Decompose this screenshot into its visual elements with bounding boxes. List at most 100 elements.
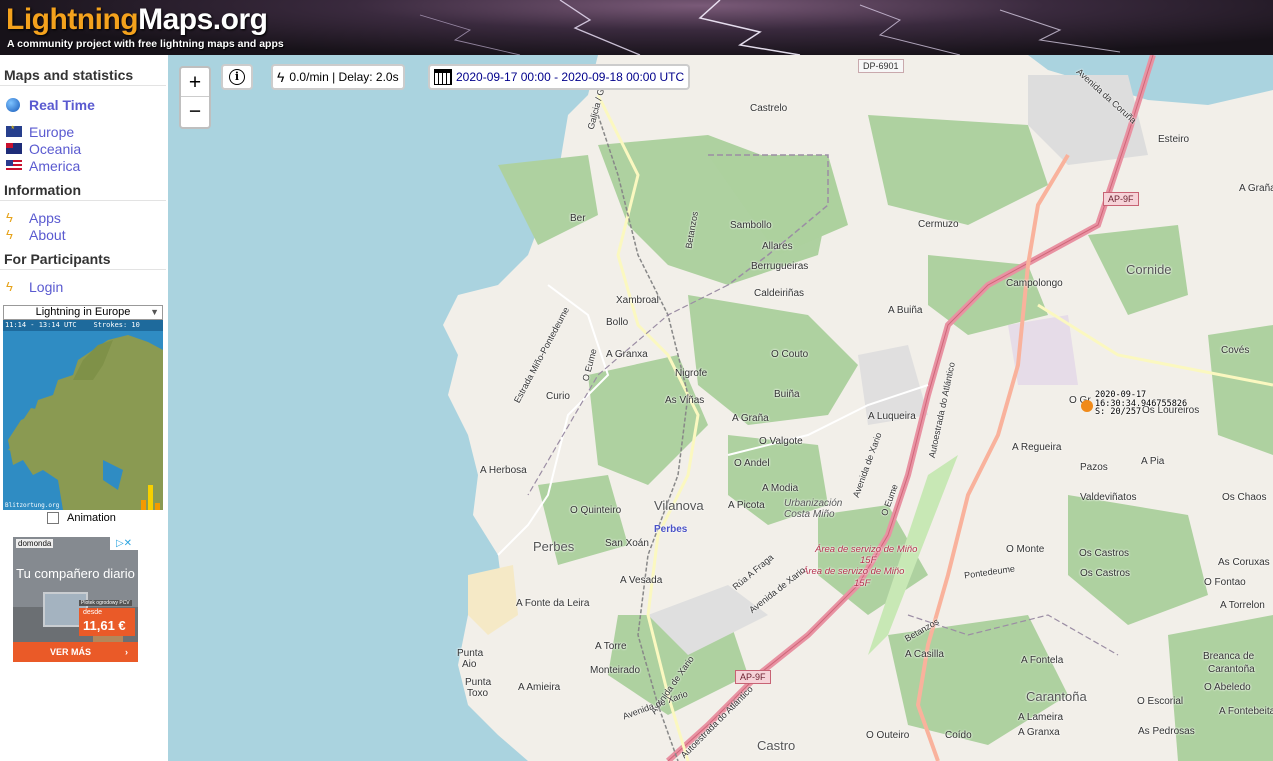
place-label: As Pedrosas [1138,726,1195,737]
place-label: Covés [1221,345,1250,356]
rest-area-label: 15F [860,555,877,566]
lightning-bolt-icon: ϟ [6,279,13,294]
stroke-rate-indicator[interactable]: ϟ 0.0/min | Delay: 2.0s [271,64,405,90]
place-label: Toxo [467,688,489,699]
place-label: Monteirado [590,665,641,676]
chevron-down-icon: ▼ [150,307,159,317]
place-label: Castro [757,738,796,753]
ad-price-prefix: desde [83,609,103,616]
nav-about-label: About [29,226,66,243]
site-logo[interactable]: LightningMaps.org [6,3,268,37]
nav-america[interactable]: America [0,157,168,174]
place-label: Os Castros [1080,568,1131,579]
nav-europe[interactable]: Europe [0,123,168,140]
section-maps-title: Maps and statistics [0,55,166,86]
calendar-icon [434,69,452,85]
site-tagline: A community project with free lightning … [7,38,284,50]
nav-real-time-label: Real Time [29,96,95,113]
zoom-out-button[interactable]: − [181,97,209,126]
logo-text-maps: Maps.org [138,3,268,36]
nav-real-time[interactable]: Real Time [0,96,168,113]
place-label: A Casilla [905,649,944,660]
europe-thumbnail-map [3,320,163,510]
place-label: O Quinteiro [570,505,622,516]
ad-cta-button[interactable]: VER MÁS › [13,642,138,662]
place-label: O Abeledo [1204,682,1251,693]
site-header: LightningMaps.org A community project wi… [0,0,1273,55]
place-label: Caldeiriñas [754,288,805,299]
place-label: Cornide [1126,262,1172,277]
nav-apps[interactable]: ϟ Apps [0,209,168,226]
nav-europe-label: Europe [29,123,75,140]
place-label: Punta [465,677,492,688]
advertisement[interactable]: domonda ▷✕ Tu compañero diario Plotek og… [13,537,138,662]
place-label: O Valgote [759,436,803,447]
place-label: Ber [570,213,586,224]
nav-america-label: America [29,157,81,174]
ad-choices-icon[interactable]: ▷✕ [110,537,138,550]
nav-login-label: Login [29,278,64,295]
place-label: Vilanova [654,498,704,513]
lightning-map[interactable]: DP-6901 AP-9F AP-9F Castrelo Galicia / G… [168,55,1273,761]
eu-flag-icon [6,124,22,137]
ad-price-box: desde 11,61 € [79,608,135,636]
road-shield-ap9f: AP-9F [735,670,771,684]
place-label: Coído [945,730,972,741]
map-region-select[interactable]: Lightning in Europe ▼ [3,305,163,320]
place-label: Esteiro [1158,134,1190,145]
place-label: Bollo [606,317,629,328]
place-label: Xambroal [616,295,659,306]
place-label: A Graña [732,413,769,424]
place-label: Aio [462,659,477,670]
nav-oceania[interactable]: Oceania [0,140,168,157]
place-label: Carantoña [1026,689,1087,704]
place-label: O Andel [734,458,770,469]
place-label: A Fontebeita [1219,706,1273,717]
place-label: A Modia [762,483,799,494]
lightning-strike-marker[interactable] [1081,400,1093,412]
place-label: A Amieira [518,682,561,693]
animation-toggle[interactable]: Animation [47,512,116,524]
place-label: As Coruxas [1218,557,1270,568]
place-label: A Luqueira [868,411,916,422]
place-label: Urbanización Costa Miño [784,498,843,520]
stroke-rate-text: 0.0/min | Delay: 2.0s [289,70,399,84]
place-label: Sambollo [730,220,772,231]
place-label: A Buiña [888,305,923,316]
place-label: A Picota [728,500,765,511]
date-range-picker[interactable]: 2020-09-17 00:00 - 2020-09-18 00:00 UTC [428,64,691,90]
rest-area-label: Área de servizo de Miño [815,544,918,555]
chevron-right-icon: › [125,647,128,657]
nav-oceania-label: Oceania [29,140,82,157]
place-label: O Monte [1006,544,1045,555]
thumbnail-footer: Blitzortung.org [5,502,60,509]
place-label: A Herbosa [480,465,527,476]
animation-checkbox[interactable] [47,512,59,524]
place-label: A Torre [595,641,627,652]
nav-about[interactable]: ϟ About [0,226,168,243]
europe-lightning-thumbnail[interactable]: 11:14 - 13:14 UTC Strokes: 10 Blitzortun… [3,320,163,510]
place-label: San Xoán [605,538,649,549]
place-label: A Pia [1141,456,1165,467]
strike-info-label: 2020-09-17 16:30:34.946755826 S: 20/257 [1095,391,1187,417]
ad-product-tag: Plotek ogrodowy PCV [79,600,132,606]
place-label: O Fontao [1204,577,1246,588]
info-button[interactable]: i [221,64,253,90]
place-label: Perbes [533,539,575,554]
place-label: A Vesada [620,575,663,586]
rest-area-label: Área de servizo de Miño [802,566,905,577]
rest-area-label: 15F [854,578,871,589]
place-label: Carantoña [1208,664,1255,675]
nav-login[interactable]: ϟ Login [0,278,168,295]
section-participants-title: For Participants [0,243,166,270]
place-label: O Couto [771,349,809,360]
place-label: Nigrofe [675,368,708,379]
place-label: A Lameira [1018,712,1064,723]
place-label: Punta [457,648,484,659]
animation-label: Animation [67,512,116,524]
place-label: A Fontela [1021,655,1064,666]
lightning-bolt-icon: ϟ [6,227,13,242]
place-label: Cermuzo [918,219,959,230]
place-label: A Granxa [1018,727,1060,738]
zoom-in-button[interactable]: + [181,68,209,97]
